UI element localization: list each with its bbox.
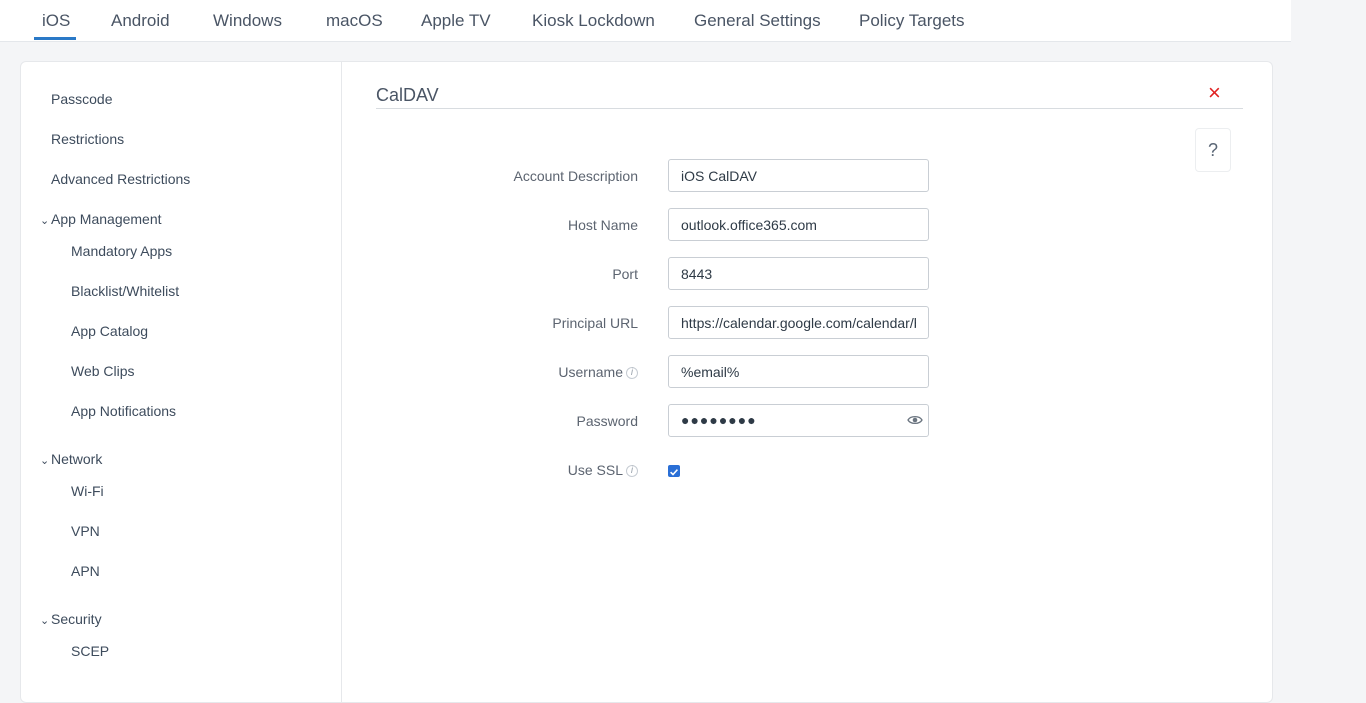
checkmark-icon (670, 469, 678, 476)
sidebar: Passcode Restrictions Advanced Restricti… (21, 62, 342, 702)
sidebar-group-label: App Management (51, 211, 162, 227)
sidebar-item-scep[interactable]: SCEP (71, 643, 109, 659)
sidebar-item-advanced-restrictions[interactable]: Advanced Restrictions (51, 171, 190, 187)
chevron-down-icon: ⌄ (40, 215, 50, 227)
password-label: Password (576, 413, 638, 429)
active-tab-indicator (34, 37, 76, 40)
host-name-label: Host Name (567, 217, 638, 233)
principal-url-label: Principal URL (552, 315, 638, 331)
account-description-field[interactable] (668, 159, 929, 192)
info-icon[interactable]: i (626, 465, 638, 478)
tab-general-settings[interactable]: General Settings (694, 11, 821, 31)
port-field[interactable] (668, 257, 929, 290)
use-ssl-checkbox[interactable] (668, 465, 680, 477)
app-canvas: iOS Android Windows macOS Apple TV Kiosk… (0, 0, 1291, 703)
chevron-down-icon: ⌄ (40, 455, 50, 467)
account-description-label: Account Description (513, 168, 638, 184)
sidebar-group-security[interactable]: ⌄ Security (40, 611, 102, 627)
sidebar-item-apn[interactable]: APN (71, 563, 100, 579)
sidebar-item-web-clips[interactable]: Web Clips (71, 363, 135, 379)
password-mask: ●●●●●●●● (681, 412, 757, 428)
sidebar-group-app-management[interactable]: ⌄ App Management (40, 211, 162, 227)
sidebar-item-blacklist-whitelist[interactable]: Blacklist/Whitelist (71, 283, 179, 299)
close-icon[interactable]: × (1208, 82, 1221, 104)
tab-policy-targets[interactable]: Policy Targets (859, 11, 965, 31)
sidebar-group-label: Network (51, 451, 103, 467)
platform-tab-bar: iOS Android Windows macOS Apple TV Kiosk… (0, 0, 1291, 42)
policy-card: Passcode Restrictions Advanced Restricti… (20, 61, 1273, 703)
sidebar-item-app-notifications[interactable]: App Notifications (71, 403, 176, 419)
tab-ios[interactable]: iOS (42, 11, 70, 31)
host-name-field[interactable] (668, 208, 929, 241)
info-icon[interactable]: i (626, 367, 638, 380)
username-field[interactable] (668, 355, 929, 388)
chevron-down-icon: ⌄ (40, 615, 50, 627)
sidebar-item-restrictions[interactable]: Restrictions (51, 131, 124, 147)
username-label-text: Username (558, 364, 623, 380)
help-button[interactable]: ? (1195, 128, 1231, 172)
username-label: Username i (338, 364, 638, 380)
title-divider (376, 108, 1243, 109)
principal-url-field[interactable] (668, 306, 929, 339)
sidebar-item-wifi[interactable]: Wi-Fi (71, 483, 104, 499)
sidebar-group-network[interactable]: ⌄ Network (40, 451, 102, 467)
tab-android[interactable]: Android (111, 11, 170, 31)
sidebar-group-label: Security (51, 611, 102, 627)
use-ssl-label: Use SSL i (338, 462, 638, 478)
tab-apple-tv[interactable]: Apple TV (421, 11, 491, 31)
port-label: Port (612, 266, 638, 282)
sidebar-item-app-catalog[interactable]: App Catalog (71, 323, 148, 339)
tab-kiosk-lockdown[interactable]: Kiosk Lockdown (532, 11, 655, 31)
sidebar-item-vpn[interactable]: VPN (71, 523, 100, 539)
password-field[interactable]: ●●●●●●●● (668, 404, 929, 437)
tab-windows[interactable]: Windows (213, 11, 282, 31)
tab-macos[interactable]: macOS (326, 11, 383, 31)
sidebar-item-mandatory-apps[interactable]: Mandatory Apps (71, 243, 172, 259)
sidebar-item-passcode[interactable]: Passcode (51, 91, 112, 107)
use-ssl-label-text: Use SSL (567, 462, 623, 478)
eye-icon[interactable] (907, 412, 923, 428)
panel-title: CalDAV (376, 85, 439, 105)
